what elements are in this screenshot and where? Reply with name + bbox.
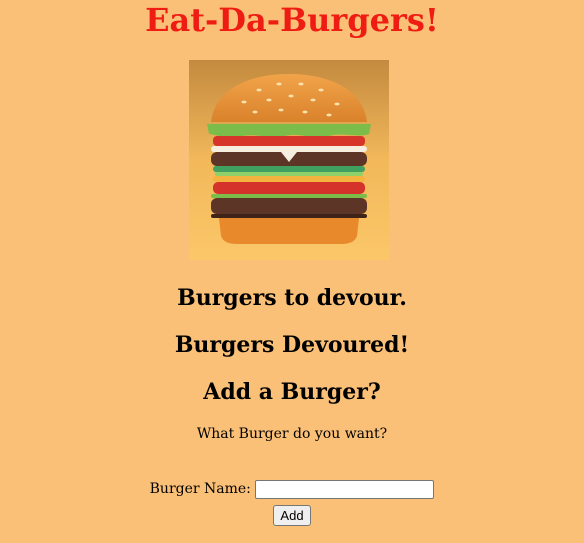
add-burger-button[interactable]: Add xyxy=(273,505,311,526)
section-burgers-to-devour: Burgers to devour. xyxy=(177,285,407,311)
section-burgers-devoured: Burgers Devoured! xyxy=(174,332,410,358)
section-add-burger: Add a Burger? xyxy=(203,379,381,405)
burger-name-label: Burger Name: xyxy=(149,481,251,497)
burger-image xyxy=(189,60,389,260)
add-burger-prompt: What Burger do you want? xyxy=(196,426,388,442)
page-title: Eat-Da-Burgers! xyxy=(145,1,439,39)
burger-form-row: Burger Name: xyxy=(0,479,584,499)
burger-name-input[interactable] xyxy=(255,479,435,499)
add-button-row: Add xyxy=(0,505,584,526)
